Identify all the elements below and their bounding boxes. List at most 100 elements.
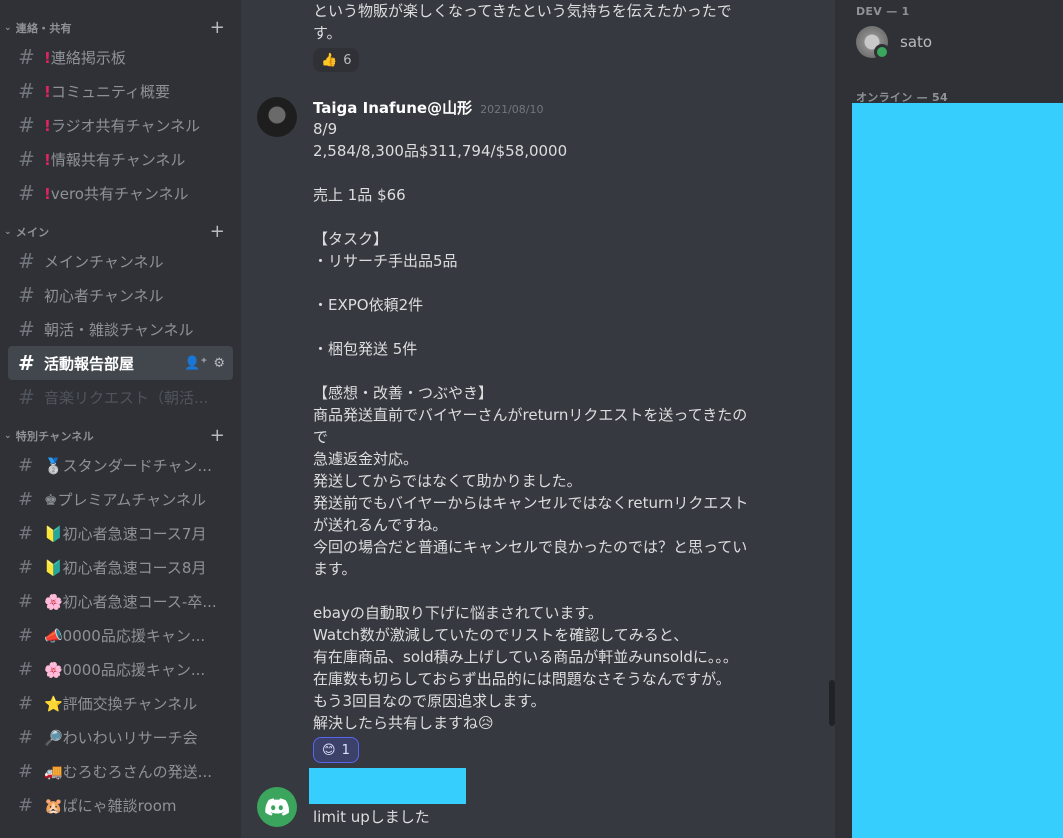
channel-name: !コミュニティ概要 bbox=[44, 82, 170, 101]
channel-item[interactable]: # 🥈スタンダードチャン... bbox=[8, 448, 233, 482]
role-header-dev: DEV — 1 bbox=[856, 5, 910, 18]
avatar[interactable] bbox=[257, 787, 297, 827]
locked-hash-icon: # bbox=[18, 726, 34, 748]
hash-icon: # bbox=[18, 147, 35, 171]
channel-item[interactable]: # 🔎わいわいリサーチ会 bbox=[8, 720, 233, 754]
channel-item[interactable]: # ⭐評価交換チャンネル bbox=[8, 686, 233, 720]
channel-item[interactable]: # 活動報告部屋 👤⁺ ⚙ bbox=[8, 346, 233, 380]
locked-hash-icon: # bbox=[18, 590, 34, 612]
chevron-down-icon: ⌄ bbox=[4, 23, 12, 33]
locked-hash-icon: # bbox=[18, 522, 34, 544]
member-item[interactable]: sato bbox=[856, 26, 933, 60]
channel-name: 活動報告部屋 bbox=[44, 354, 135, 373]
add-channel-icon[interactable]: + bbox=[210, 19, 225, 37]
channel-item[interactable]: # 🚚むろむろさんの発送... bbox=[8, 754, 233, 788]
category-header[interactable]: ⌄ 特別チャンネル + bbox=[0, 424, 241, 448]
channel-item[interactable]: # 🔰初心者急速コース7月 bbox=[8, 516, 233, 550]
chevron-down-icon: ⌄ bbox=[4, 227, 12, 237]
category-label: 連絡・共有 bbox=[15, 22, 72, 35]
channel-name: !ラジオ共有チャンネル bbox=[44, 116, 201, 135]
channel-name: 音楽リクエスト（朝活... bbox=[44, 388, 209, 407]
category-header[interactable]: ⌄ メイン + bbox=[0, 220, 241, 244]
thumbs-up-icon: 👍 bbox=[321, 52, 338, 68]
online-status-icon bbox=[874, 44, 890, 60]
locked-hash-icon: # bbox=[18, 624, 34, 646]
channel-item[interactable]: # 🌸0000品応援キャン... bbox=[8, 652, 233, 686]
chat-area: という物販が楽しくなってきたという気持ちを伝えたかったで す。 👍 6 Taig… bbox=[241, 0, 835, 838]
channel-name: ⭐評価交換チャンネル bbox=[44, 694, 198, 713]
channel-name: 🐹ぱにゃ雑談room bbox=[44, 796, 177, 815]
hash-icon: # bbox=[18, 45, 35, 69]
reaction-thumbs-up[interactable]: 👍 6 bbox=[313, 48, 360, 72]
avatar bbox=[856, 26, 890, 60]
channel-item[interactable]: # 🐹ぱにゃ雑談room bbox=[8, 788, 233, 822]
channel-item[interactable]: # 初心者チャンネル bbox=[8, 278, 233, 312]
channel-list: ⌄ 連絡・共有 + # !連絡掲示板 # !コミュニティ概要 # !ラジオ共有チ… bbox=[0, 16, 241, 822]
avatar[interactable] bbox=[257, 97, 297, 137]
channel-name: 🥈スタンダードチャン... bbox=[44, 456, 212, 475]
gear-icon[interactable]: ⚙ bbox=[213, 356, 225, 371]
chevron-down-icon: ⌄ bbox=[4, 431, 12, 441]
channel-name: 🌸0000品応援キャン... bbox=[44, 660, 206, 679]
reaction-count: 6 bbox=[343, 52, 352, 68]
channel-item[interactable]: # 🌸初心者急速コース-卒... bbox=[8, 584, 233, 618]
category-label: 特別チャンネル bbox=[15, 430, 94, 443]
hash-icon: # bbox=[18, 283, 35, 307]
category-header[interactable]: ⌄ 連絡・共有 + bbox=[0, 16, 241, 40]
channel-item[interactable]: # !情報共有チャンネル bbox=[8, 142, 233, 176]
message-body: 8/9 2,584/8,300品$311,794/$58,0000 売上 1品 … bbox=[313, 120, 749, 732]
author-name[interactable]: Taiga Inafune@山形 bbox=[313, 99, 472, 117]
locked-hash-icon: # bbox=[18, 794, 34, 816]
member-name: sato bbox=[900, 33, 933, 51]
exclamation-icon: ! bbox=[44, 150, 51, 169]
hash-icon: # bbox=[18, 79, 35, 103]
channel-name: 初心者チャンネル bbox=[44, 286, 164, 305]
timestamp: 2021/08/10 bbox=[480, 103, 544, 116]
channel-name: 🌸初心者急速コース-卒... bbox=[44, 592, 217, 611]
channel-item[interactable]: # 🔰初心者急速コース8月 bbox=[8, 550, 233, 584]
exclamation-icon: ! bbox=[44, 82, 51, 101]
channel-item[interactable]: # !連絡掲示板 bbox=[8, 40, 233, 74]
message-header: Taiga Inafune@山形 2021/08/10 bbox=[313, 97, 544, 118]
redacted-member-list bbox=[852, 103, 1063, 838]
hash-icon: # bbox=[18, 113, 35, 137]
locked-hash-icon: # bbox=[18, 658, 34, 680]
channel-item[interactable]: # !コミュニティ概要 bbox=[8, 74, 233, 108]
channel-name: ♚プレミアムチャンネル bbox=[44, 490, 206, 509]
channel-item[interactable]: # 朝活・雑談チャンネル bbox=[8, 312, 233, 346]
channel-name: メインチャンネル bbox=[44, 252, 164, 271]
member-list: DEV — 1 sato オンライン — 54 bbox=[835, 0, 1063, 838]
category-label: メイン bbox=[15, 226, 50, 239]
channel-name: 朝活・雑談チャンネル bbox=[44, 320, 194, 339]
locked-hash-icon: # bbox=[18, 760, 34, 782]
channel-item[interactable]: # 音楽リクエスト（朝活... bbox=[8, 380, 233, 414]
channel-item[interactable]: # メインチャンネル bbox=[8, 244, 233, 278]
locked-hash-icon: # bbox=[18, 488, 34, 510]
channel-name: !情報共有チャンネル bbox=[44, 150, 186, 169]
message-text: という物販が楽しくなってきたという気持ちを伝えたかったで す。 bbox=[313, 2, 732, 42]
reaction-count: 1 bbox=[341, 742, 350, 758]
smile-icon: 😊 bbox=[322, 742, 336, 758]
invite-icon[interactable]: 👤⁺ bbox=[184, 356, 207, 371]
add-channel-icon[interactable]: + bbox=[210, 427, 225, 445]
locked-hash-icon: # bbox=[18, 692, 34, 714]
channel-item[interactable]: # 📣0000品応援キャン... bbox=[8, 618, 233, 652]
hash-icon: # bbox=[18, 181, 35, 205]
channel-item[interactable]: # !vero共有チャンネル bbox=[8, 176, 233, 210]
channel-name: !連絡掲示板 bbox=[44, 48, 126, 67]
message-text: limit upしました bbox=[313, 808, 430, 826]
channel-name: 🔰初心者急速コース8月 bbox=[44, 558, 207, 577]
channel-name: 🚚むろむろさんの発送... bbox=[44, 762, 212, 781]
channel-item[interactable]: # !ラジオ共有チャンネル bbox=[8, 108, 233, 142]
channel-name: 🔎わいわいリサーチ会 bbox=[44, 728, 198, 747]
channel-name: 📣0000品応援キャン... bbox=[44, 626, 206, 645]
reaction-smile[interactable]: 😊 1 bbox=[313, 737, 359, 763]
locked-hash-icon: # bbox=[18, 454, 34, 476]
locked-hash-icon: # bbox=[18, 556, 34, 578]
channel-name: !vero共有チャンネル bbox=[44, 184, 189, 203]
hash-icon: # bbox=[18, 317, 35, 341]
add-channel-icon[interactable]: + bbox=[210, 223, 225, 241]
redacted-username bbox=[309, 768, 466, 804]
channel-item[interactable]: # ♚プレミアムチャンネル bbox=[8, 482, 233, 516]
discord-logo-icon bbox=[265, 798, 289, 816]
